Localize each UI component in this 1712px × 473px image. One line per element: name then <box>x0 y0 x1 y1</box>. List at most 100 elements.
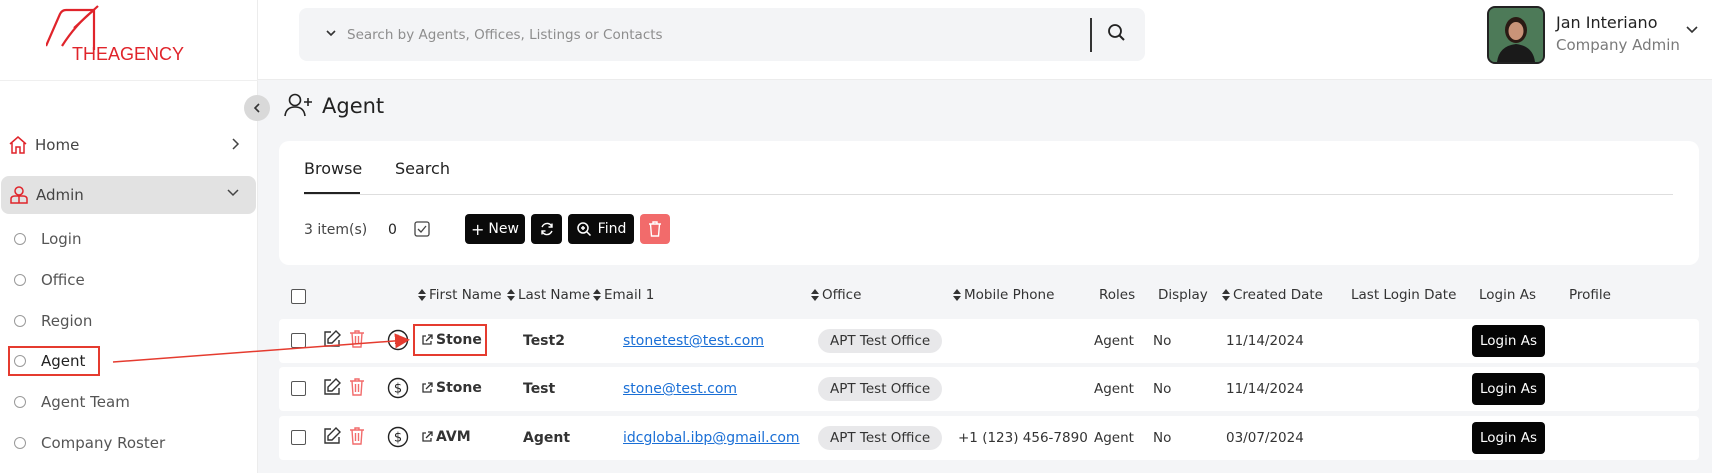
plus-icon: + <box>471 219 485 239</box>
login-as-button[interactable]: Login As <box>1472 373 1545 405</box>
find-button[interactable]: Find <box>568 214 634 244</box>
display-value: No <box>1153 333 1172 349</box>
col-email[interactable]: Email 1 <box>593 287 654 303</box>
edit-icon[interactable] <box>322 329 342 349</box>
sidebar-item-home[interactable]: Home <box>0 126 256 164</box>
sidebar-subitem-agent-team[interactable]: Agent Team <box>14 387 130 417</box>
login-as-button[interactable]: Login As <box>1472 325 1545 357</box>
sort-icon <box>418 289 426 301</box>
role: Agent <box>1094 430 1134 446</box>
edit-icon[interactable] <box>322 377 342 397</box>
col-label: Last Name <box>518 287 591 303</box>
browse-card: Browse Search 3 item(s) 0 + New Find <box>279 141 1699 265</box>
col-mobile-phone[interactable]: Mobile Phone <box>953 287 1054 303</box>
col-last-login-date: Last Login Date <box>1351 287 1456 303</box>
search-input[interactable] <box>347 22 1067 48</box>
sidebar-subitem-company-roster[interactable]: Company Roster <box>14 428 165 458</box>
row-checkbox[interactable] <box>291 333 306 348</box>
office-badge: APT Test Office <box>818 377 943 401</box>
svg-text:$: $ <box>394 382 402 397</box>
role: Agent <box>1094 381 1134 397</box>
active-tab-indicator <box>304 192 360 194</box>
trash-icon[interactable] <box>349 377 365 397</box>
refresh-button[interactable] <box>531 214 562 244</box>
row-checkbox[interactable] <box>291 381 306 396</box>
sidebar-item-admin[interactable]: Admin <box>1 176 256 214</box>
external-link-icon <box>422 382 433 393</box>
brand-name: THEAGENCY <box>72 44 185 64</box>
sort-icon <box>593 289 601 301</box>
created-date: 11/14/2024 <box>1226 333 1304 349</box>
trash-icon <box>649 221 661 237</box>
new-label: New <box>488 221 519 237</box>
table-row: $ Stone Test stone@test.com APT Test Off… <box>279 367 1699 411</box>
zoom-icon <box>576 222 591 237</box>
dollar-icon[interactable]: $ <box>387 377 409 399</box>
select-all-checkbox[interactable] <box>291 289 306 304</box>
sidebar-subitem-region[interactable]: Region <box>14 306 92 336</box>
chevron-down-icon[interactable] <box>325 28 337 38</box>
trash-icon[interactable] <box>349 426 365 446</box>
external-link-icon <box>422 431 433 442</box>
subitem-label: Office <box>41 271 85 289</box>
tab-browse[interactable]: Browse <box>304 159 362 178</box>
col-label: Profile <box>1569 287 1611 303</box>
tab-search[interactable]: Search <box>395 159 450 178</box>
col-label: Last Login Date <box>1351 287 1457 303</box>
email-link[interactable]: stone@test.com <box>623 381 737 397</box>
email-link[interactable]: stonetest@test.com <box>623 333 764 349</box>
chevron-down-icon <box>227 189 239 197</box>
search-icon[interactable] <box>1107 23 1127 43</box>
col-office[interactable]: Office <box>811 287 861 303</box>
display-value: No <box>1153 430 1172 446</box>
subitem-label: Agent Team <box>41 393 130 411</box>
login-as-button[interactable]: Login As <box>1472 422 1545 454</box>
col-roles: Roles <box>1099 287 1135 303</box>
first-name-link[interactable]: Stone <box>421 380 482 396</box>
first-name-link[interactable]: AVM <box>421 429 471 445</box>
trash-icon[interactable] <box>349 329 365 349</box>
col-login-as: Login As <box>1479 287 1536 303</box>
mobile-phone: +1 (123) 456-7890 <box>958 430 1088 446</box>
admin-icon <box>10 186 28 204</box>
dollar-icon[interactable]: $ <box>387 426 409 448</box>
col-last-name[interactable]: Last Name <box>507 287 590 303</box>
topbar: Jan Interiano Company Admin <box>258 0 1712 80</box>
circle-icon <box>14 396 26 408</box>
sidebar-subitem-login[interactable]: Login <box>14 224 81 254</box>
col-label: Login As <box>1479 287 1536 303</box>
email-link[interactable]: idcglobal.ibp@gmail.com <box>623 430 800 446</box>
row-checkbox[interactable] <box>291 430 306 445</box>
chevron-down-icon[interactable] <box>1685 24 1699 34</box>
table-row: $ Stone Test2 stonetest@test.com APT Tes… <box>279 319 1699 363</box>
chevron-right-icon <box>232 138 240 150</box>
table-header: First Name Last Name Email 1 Office Mobi… <box>279 278 1699 312</box>
checked-box-icon[interactable] <box>414 221 430 237</box>
sidebar-item-label: Home <box>35 136 80 154</box>
svg-text:$: $ <box>394 431 402 446</box>
add-user-icon <box>284 93 312 117</box>
circle-icon <box>14 315 26 327</box>
col-created-date[interactable]: Created Date <box>1222 287 1323 303</box>
divider <box>304 194 1673 195</box>
col-label: Roles <box>1099 287 1136 303</box>
new-button[interactable]: + New <box>465 214 525 244</box>
subitem-label: Company Roster <box>41 434 166 452</box>
refresh-icon <box>540 222 553 236</box>
edit-icon[interactable] <box>322 426 342 446</box>
collapse-sidebar-button[interactable] <box>244 95 270 121</box>
avatar[interactable] <box>1487 6 1545 64</box>
table-row: $ AVM Agent idcglobal.ibp@gmail.com APT … <box>279 416 1699 460</box>
col-first-name[interactable]: First Name <box>418 287 502 303</box>
sidebar-subitem-office[interactable]: Office <box>14 265 85 295</box>
delete-button[interactable] <box>640 214 670 244</box>
home-icon <box>9 136 27 154</box>
col-profile: Profile <box>1569 287 1611 303</box>
svg-text:$: $ <box>394 334 402 349</box>
dollar-icon[interactable]: $ <box>387 329 409 351</box>
last-name: Test <box>523 381 556 397</box>
col-display: Display <box>1158 287 1208 303</box>
office-badge: APT Test Office <box>818 329 943 353</box>
sidebar: THEAGENCY Home Admin Login Office Region… <box>0 0 258 473</box>
user-role: Company Admin <box>1556 36 1680 54</box>
